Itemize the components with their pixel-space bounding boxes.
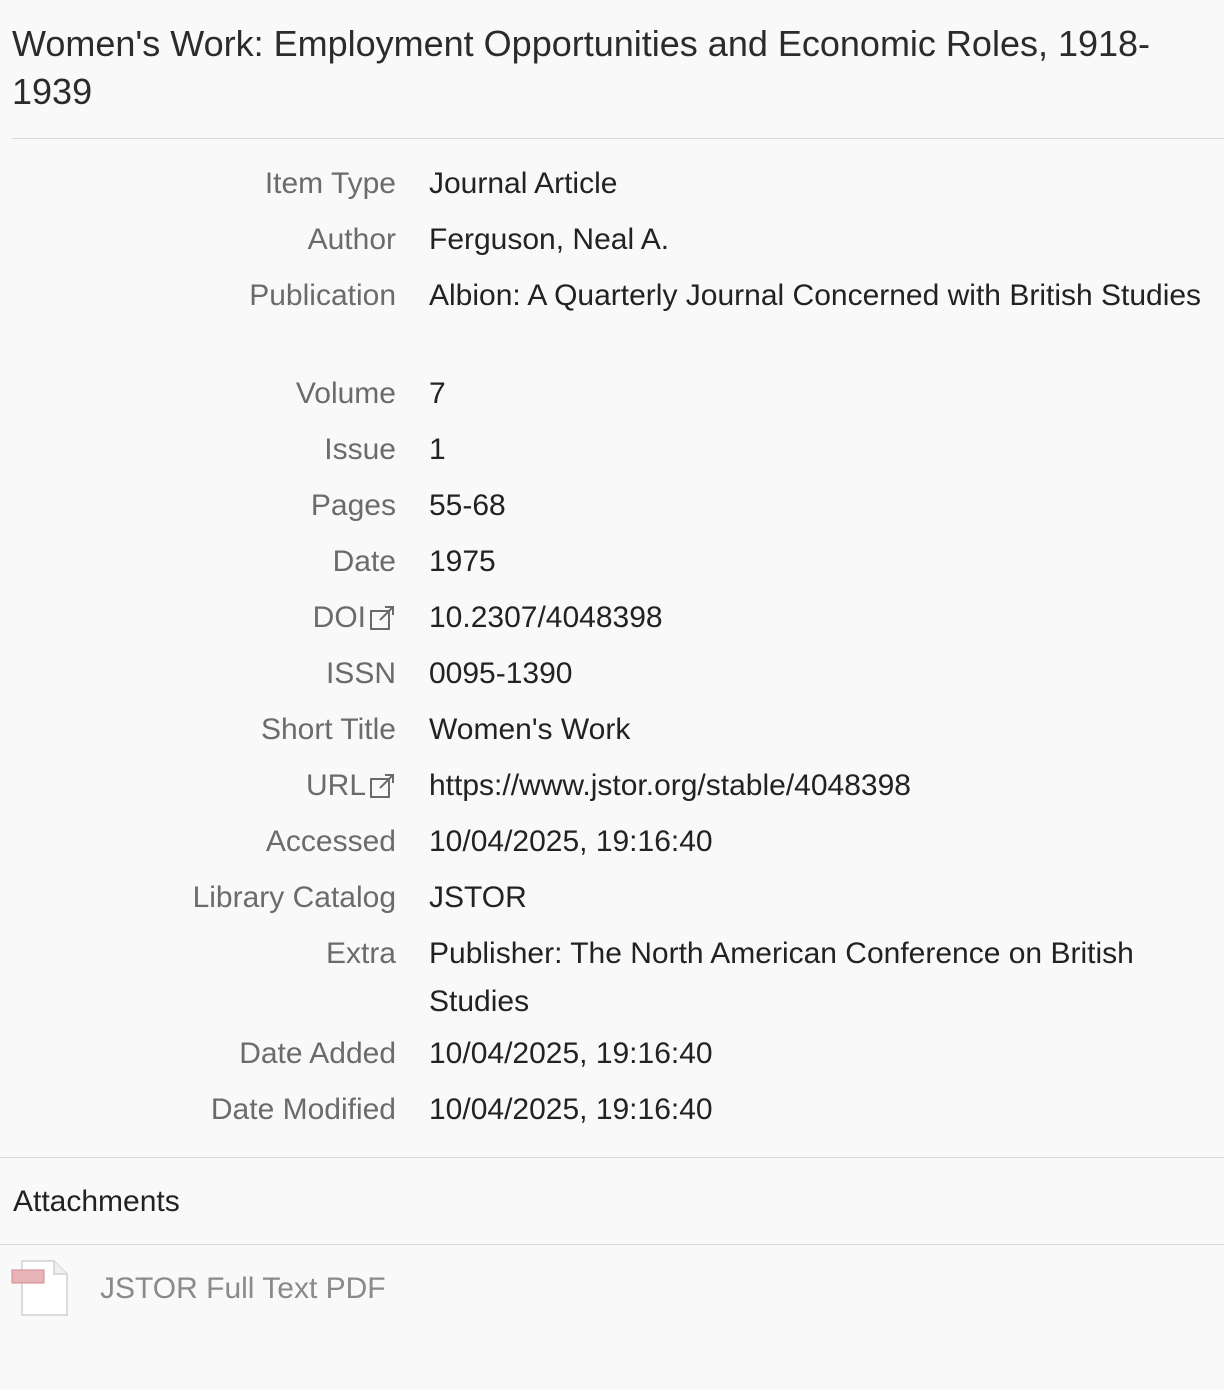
- field-label: Issue: [324, 433, 396, 466]
- field-value-date-modified: 10/04/2025, 19:16:40: [429, 1093, 713, 1126]
- item-title[interactable]: Women's Work: Employment Opportunities a…: [12, 20, 1192, 116]
- field-label: Pages: [310, 489, 396, 522]
- field-label: ISSN: [325, 657, 396, 690]
- field-row-volume: Volume 7: [0, 366, 1224, 422]
- field-row-date-added: Date Added 10/04/2025, 19:16:40: [0, 1026, 1224, 1082]
- field-row-date: Date 1975: [0, 534, 1224, 590]
- field-value-publication[interactable]: Albion: A Quarterly Journal Concerned wi…: [429, 268, 1209, 320]
- field-row-short-title: Short Title Women's Work: [0, 702, 1224, 758]
- field-value-item-type[interactable]: Journal Article: [429, 156, 1209, 212]
- item-fields: Item Type Journal Article Author Ferguso…: [0, 156, 1224, 1138]
- field-row-issn: ISSN 0095-1390: [0, 646, 1224, 702]
- field-row-doi: DOI 10.2307/4048398: [0, 590, 1224, 646]
- field-label: Short Title: [260, 713, 396, 746]
- field-row-item-type: Item Type Journal Article: [0, 156, 1224, 212]
- field-value-accessed[interactable]: 10/04/2025, 19:16:40: [429, 814, 1209, 870]
- field-row-library-catalog: Library Catalog JSTOR: [0, 870, 1224, 926]
- field-label: Accessed: [265, 825, 396, 858]
- field-label: Extra: [325, 937, 396, 970]
- external-link-icon[interactable]: [368, 772, 396, 800]
- field-label: Date Modified: [210, 1093, 396, 1126]
- field-row-author: Author Ferguson, Neal A.: [0, 212, 1224, 268]
- field-value-date[interactable]: 1975: [429, 534, 1209, 590]
- field-label: Item Type: [264, 167, 396, 200]
- field-value-short-title[interactable]: Women's Work: [429, 702, 1209, 758]
- field-label: Date: [332, 545, 396, 578]
- field-label: Author: [307, 223, 396, 256]
- field-row-url: URL https://www.jstor.org/stable/4048398: [0, 758, 1224, 814]
- field-value-pages[interactable]: 55-68: [429, 478, 1209, 534]
- field-label: Library Catalog: [192, 881, 396, 914]
- attachment-label[interactable]: JSTOR Full Text PDF: [100, 1260, 386, 1318]
- field-value-doi[interactable]: 10.2307/4048398: [429, 590, 1209, 646]
- attachments-divider: [0, 1244, 1224, 1245]
- field-value-author[interactable]: Ferguson, Neal A.: [429, 212, 1209, 268]
- field-value-library-catalog[interactable]: JSTOR: [429, 870, 1209, 926]
- doi-link-label[interactable]: DOI: [0, 590, 396, 646]
- field-label: Publication: [249, 279, 396, 312]
- field-row-extra: Extra Publisher: The North American Conf…: [0, 926, 1224, 1026]
- external-link-icon[interactable]: [368, 604, 396, 632]
- attachment-row[interactable]: JSTOR Full Text PDF: [10, 1260, 386, 1318]
- field-row-issue: Issue 1: [0, 422, 1224, 478]
- attachments-heading[interactable]: Attachments: [13, 1180, 180, 1224]
- pdf-file-icon: [10, 1260, 70, 1318]
- field-value-url[interactable]: https://www.jstor.org/stable/4048398: [429, 758, 1209, 814]
- fields-divider: [0, 1157, 1224, 1158]
- field-value-extra[interactable]: Publisher: The North American Conference…: [429, 926, 1209, 1026]
- item-title-container: Women's Work: Employment Opportunities a…: [12, 20, 1192, 116]
- field-row-pages: Pages 55-68: [0, 478, 1224, 534]
- field-row-accessed: Accessed 10/04/2025, 19:16:40: [0, 814, 1224, 870]
- field-value-issue[interactable]: 1: [429, 422, 1209, 478]
- field-value-date-added: 10/04/2025, 19:16:40: [429, 1037, 713, 1070]
- field-label: Date Added: [239, 1037, 396, 1070]
- field-value-volume[interactable]: 7: [429, 366, 1209, 422]
- field-label: Volume: [295, 377, 396, 410]
- field-row-publication: Publication Albion: A Quarterly Journal …: [0, 268, 1224, 366]
- field-value-issn[interactable]: 0095-1390: [429, 646, 1209, 702]
- field-row-date-modified: Date Modified 10/04/2025, 19:16:40: [0, 1082, 1224, 1138]
- title-divider: [12, 138, 1224, 139]
- url-link-label[interactable]: URL: [0, 758, 396, 814]
